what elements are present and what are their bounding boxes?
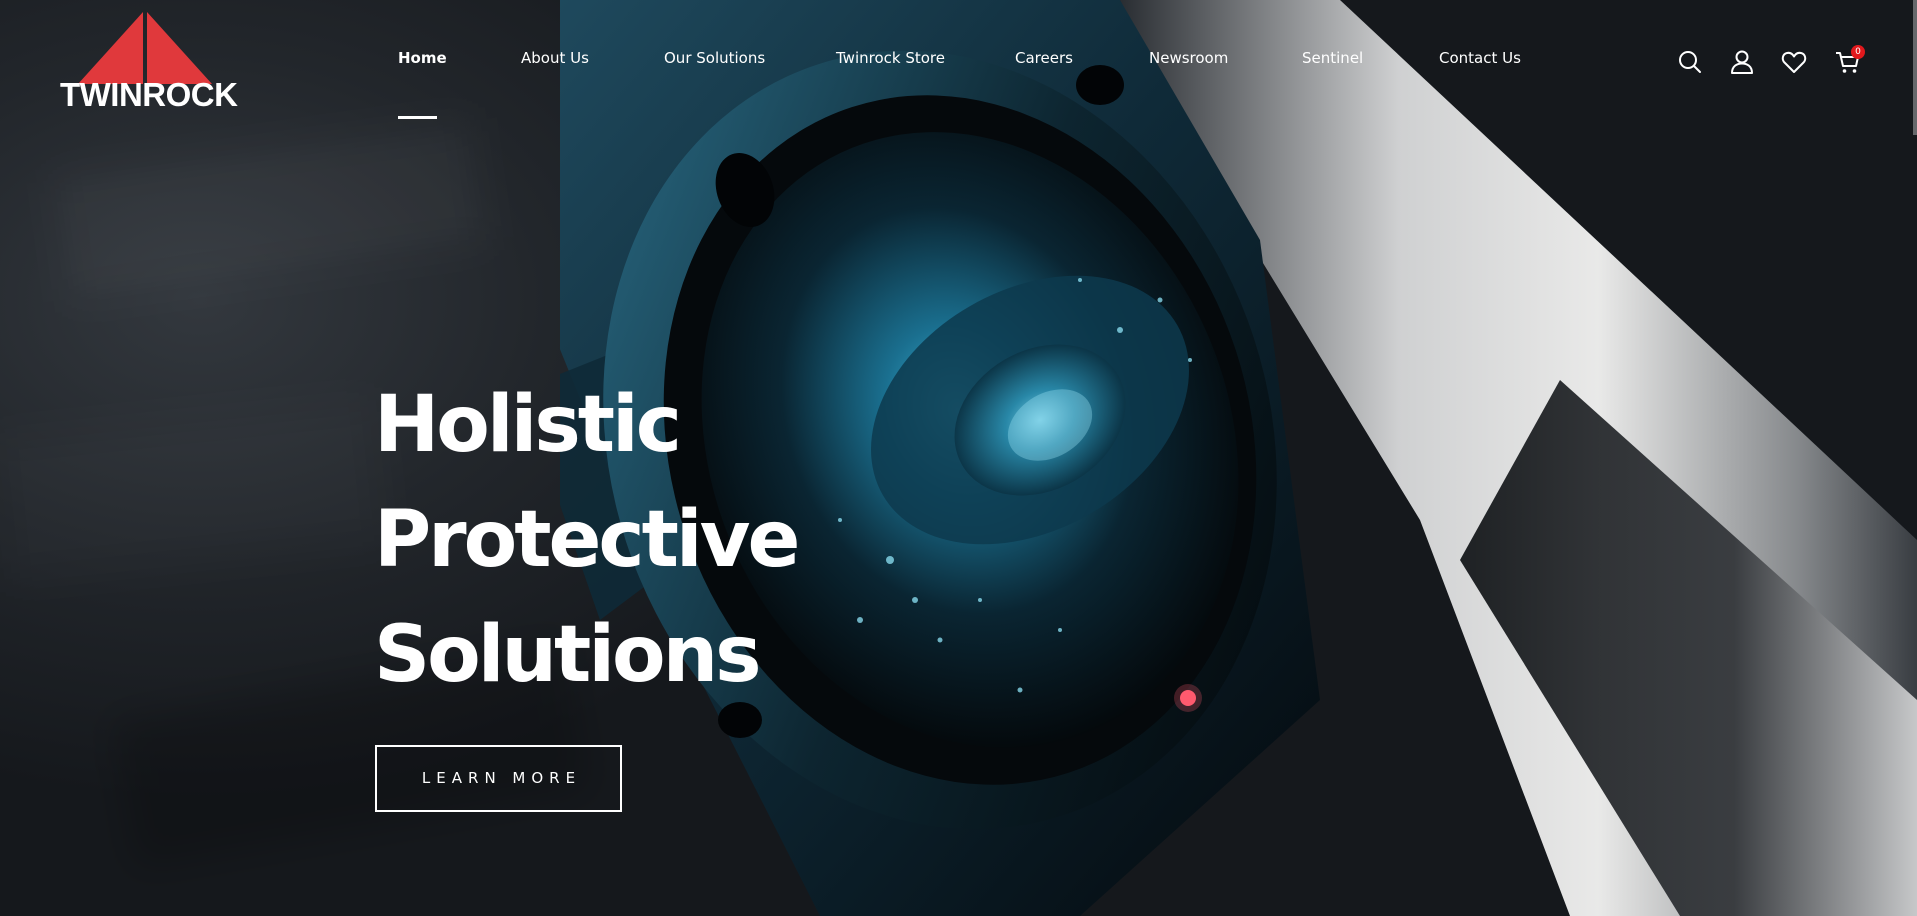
nav-item-careers[interactable]: Careers bbox=[1015, 48, 1073, 68]
background-blur-shape bbox=[54, 121, 487, 298]
cart-count-badge: 0 bbox=[1851, 45, 1865, 59]
page: TWINROCK Home About Us Our Solutions Twi… bbox=[0, 0, 1917, 916]
hero-title: Holistic Protective Solutions bbox=[374, 368, 800, 713]
nav-item-twinrock-store[interactable]: Twinrock Store bbox=[836, 48, 945, 68]
hero-title-line: Solutions bbox=[374, 610, 762, 700]
header-icons: 0 bbox=[1676, 45, 1876, 78]
nav-item-contact-us[interactable]: Contact Us bbox=[1439, 48, 1521, 68]
nav-item-sentinel[interactable]: Sentinel bbox=[1302, 48, 1363, 68]
nav-item-home[interactable]: Home bbox=[398, 48, 447, 68]
background-blur-shape bbox=[0, 401, 386, 580]
hero-title-line: Holistic bbox=[374, 380, 682, 470]
active-nav-indicator bbox=[398, 116, 437, 119]
cart-icon[interactable]: 0 bbox=[1834, 45, 1865, 76]
learn-more-button[interactable]: LEARN MORE bbox=[375, 745, 622, 812]
nav-item-newsroom[interactable]: Newsroom bbox=[1149, 48, 1228, 68]
heart-icon[interactable] bbox=[1780, 48, 1808, 76]
user-icon[interactable] bbox=[1728, 48, 1756, 76]
main-nav: Home About Us Our Solutions Twinrock Sto… bbox=[0, 0, 1600, 130]
hero-title-line: Protective bbox=[374, 495, 800, 585]
nav-item-our-solutions[interactable]: Our Solutions bbox=[664, 48, 765, 68]
search-icon[interactable] bbox=[1676, 48, 1704, 76]
scrollbar[interactable] bbox=[1913, 0, 1917, 135]
nav-item-about-us[interactable]: About Us bbox=[521, 48, 589, 68]
hero-background bbox=[0, 0, 1917, 916]
site-header: TWINROCK Home About Us Our Solutions Twi… bbox=[0, 0, 1917, 135]
